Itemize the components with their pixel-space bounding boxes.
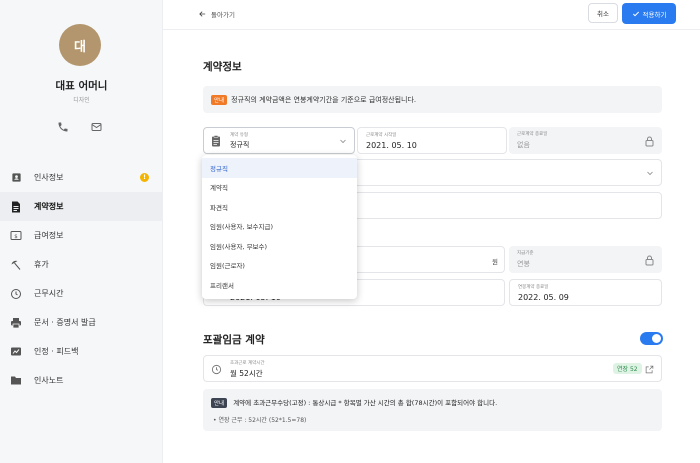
sidebar-item-contract[interactable]: 계약정보: [0, 192, 163, 221]
contract-end-value: 없음: [517, 141, 530, 149]
sidebar-item-label: 급여정보: [34, 231, 64, 240]
pay-period-field: 지급기준 연봉: [509, 246, 662, 273]
money-icon: $: [10, 230, 22, 242]
arrow-left-icon: [199, 11, 206, 17]
overtime-pill: 연장 52: [613, 363, 642, 374]
person-card-icon: [10, 172, 22, 184]
avatar: 대: [59, 24, 101, 66]
sidebar-item-vacation[interactable]: 휴가: [0, 250, 163, 279]
sidebar-menu: 인사정보 ! 계약정보 $ 급여정보 휴가 근무시간 문서 · 증명서 발급 인…: [0, 163, 163, 395]
overtime-hours-field[interactable]: 초과근로 계약시간 월 52시간: [203, 355, 662, 382]
top-bar: 돌아가기 취소 적용하기: [163, 0, 700, 30]
dropdown-option[interactable]: 파견직: [202, 197, 357, 217]
cancel-button[interactable]: 취소: [588, 3, 618, 23]
contract-type-value: 정규직: [230, 141, 250, 149]
check-icon: [632, 11, 639, 16]
contract-start-value: 2021. 05. 10: [366, 141, 417, 150]
feedback-icon: [10, 346, 22, 358]
profile-name: 대표 어머니: [55, 80, 108, 92]
info-text: 계약에 초과근무수당(고정) : 통상시급 * 항목별 가산 시간의 총 합(7…: [233, 399, 498, 407]
sidebar-item-label: 근무시간: [34, 289, 64, 298]
lock-icon: [645, 136, 654, 147]
sidebar-item-label: 문서 · 증명서 발급: [34, 318, 96, 327]
profile-role: 디자인: [73, 97, 90, 104]
notice-tag: 안내: [211, 94, 228, 105]
sidebar-item-salary[interactable]: $ 급여정보: [0, 221, 163, 250]
sidebar: 대 대표 어머니 디자인 인사정보 ! 계약정보 $ 급여정보 휴가 근무시간: [0, 0, 163, 463]
overtime-section-title: 포괄임금 계약: [203, 334, 265, 346]
contract-notice: 안내 정규직의 계약금액은 연봉계약기간을 기준으로 급여정산됩니다.: [203, 86, 662, 113]
clock-icon: [10, 288, 22, 300]
dropdown-option[interactable]: 임원(근로자): [202, 256, 357, 276]
overtime-hours-value: 월 52시간: [230, 369, 263, 378]
mail-icon[interactable]: [90, 121, 106, 135]
currency-unit: 원: [492, 258, 498, 266]
overtime-hours-label: 초과근로 계약시간: [230, 361, 265, 366]
clock-plus-icon: [211, 364, 222, 375]
printer-icon: [10, 317, 22, 329]
contract-end-field: 근로계약 종료일 없음: [509, 127, 662, 154]
chevron-down-icon: [647, 171, 653, 176]
contract-end-label: 근로계약 종료일: [517, 132, 548, 137]
back-label: 돌아가기: [211, 11, 235, 19]
salary-end-value: 2022. 05. 09: [518, 293, 569, 302]
sidebar-item-hr-notes[interactable]: 인사노트: [0, 366, 163, 395]
sidebar-item-hr-info[interactable]: 인사정보 !: [0, 163, 163, 192]
pay-period-label: 지급기준: [517, 251, 534, 256]
clipboard-icon: [212, 135, 220, 147]
sidebar-item-label: 인사정보: [34, 173, 64, 182]
sidebar-item-label: 인정 · 피드백: [34, 347, 79, 356]
sidebar-item-label: 계약정보: [34, 202, 64, 211]
folder-icon: [10, 375, 22, 387]
beach-umbrella-icon: [10, 259, 22, 271]
back-button[interactable]: 돌아가기: [198, 9, 235, 19]
contract-type-select[interactable]: 계약 유형 정규직: [203, 127, 355, 154]
contract-section-title: 계약정보: [203, 61, 242, 73]
contract-type-label: 계약 유형: [230, 133, 248, 138]
info-detail: • 연장 근무 : 52시간 (52*1.5=78): [213, 417, 307, 424]
overtime-info: 안내 계약에 초과근무수당(고정) : 통상시급 * 항목별 가산 시간의 총 …: [203, 389, 662, 431]
phone-icon[interactable]: [57, 121, 73, 135]
dropdown-option[interactable]: 프리랜서: [202, 275, 357, 295]
contract-start-label: 근로계약 시작일: [366, 133, 397, 138]
dropdown-option[interactable]: 계약직: [202, 178, 357, 198]
salary-end-label: 연봉계약 종료일: [518, 285, 549, 290]
notice-text: 정규직의 계약금액은 연봉계약기간을 기준으로 급여정산됩니다.: [231, 95, 417, 104]
alert-badge: !: [140, 173, 149, 182]
contract-type-dropdown: 정규직 계약직 파견직 임원(사용자, 보수지급) 임원(사용자, 무보수) 임…: [202, 155, 357, 299]
contract-start-field[interactable]: 근로계약 시작일 2021. 05. 10: [357, 127, 507, 154]
lock-icon: [645, 255, 654, 266]
overtime-toggle[interactable]: [640, 332, 663, 345]
external-link-icon[interactable]: [645, 365, 654, 374]
pay-period-value: 연봉: [517, 260, 530, 268]
sidebar-item-feedback[interactable]: 인정 · 피드백: [0, 337, 163, 366]
sidebar-item-documents[interactable]: 문서 · 증명서 발급: [0, 308, 163, 337]
apply-label: 적용하기: [642, 10, 667, 19]
document-icon: [10, 201, 22, 213]
dropdown-option[interactable]: 임원(사용자, 보수지급): [202, 217, 357, 237]
chevron-down-icon: [340, 139, 346, 144]
sidebar-item-work-hours[interactable]: 근무시간: [0, 279, 163, 308]
salary-end-field[interactable]: 연봉계약 종료일 2022. 05. 09: [509, 279, 662, 306]
dropdown-option[interactable]: 정규직: [202, 158, 357, 178]
svg-text:$: $: [14, 234, 18, 240]
dropdown-option[interactable]: 임원(사용자, 무보수): [202, 236, 357, 256]
sidebar-item-label: 휴가: [34, 260, 49, 269]
sidebar-item-label: 인사노트: [34, 376, 64, 385]
apply-button[interactable]: 적용하기: [622, 3, 676, 24]
info-tag: 안내: [211, 398, 228, 408]
